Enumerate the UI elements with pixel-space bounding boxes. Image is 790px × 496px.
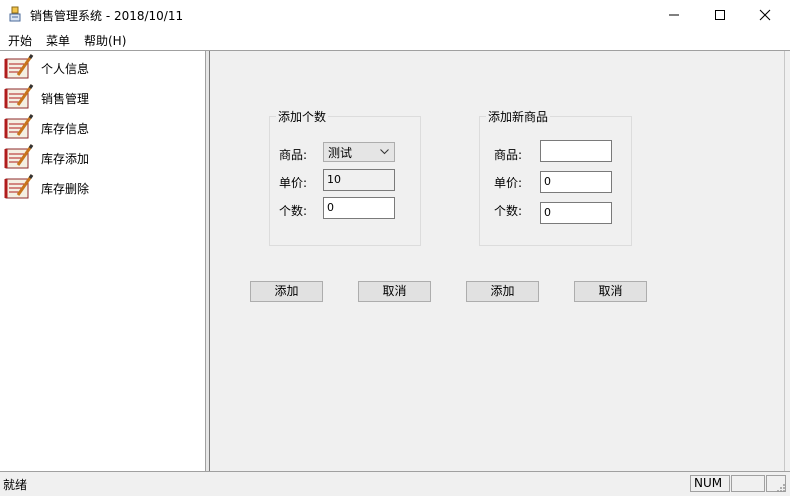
- navigation-tree: 个人信息 销售管理 库存信息 库存添加 库存删除: [0, 51, 206, 471]
- new-price-input[interactable]: 0: [540, 171, 612, 193]
- tree-item-inventory-info[interactable]: 库存信息: [4, 113, 194, 141]
- add-count-button[interactable]: 添加: [250, 281, 323, 302]
- form-view: 添加个数 商品: 测试 单价: 10 个数: 0 添加新商品 商品: 单价: 0…: [210, 51, 784, 471]
- menu-bar: 开始 菜单 帮助(H): [0, 30, 790, 50]
- count-input[interactable]: 0: [323, 197, 395, 219]
- resize-grip-icon[interactable]: [776, 482, 786, 496]
- maximize-button[interactable]: [697, 0, 743, 30]
- title-bar: 销售管理系统 - 2018/10/11: [0, 0, 790, 30]
- num-lock-indicator: NUM: [690, 475, 730, 492]
- close-button[interactable]: [742, 0, 788, 30]
- notebook-pen-icon: [4, 173, 36, 201]
- tree-item-label: 库存信息: [41, 122, 90, 136]
- price-field-readonly: 10: [323, 169, 395, 191]
- menu-help[interactable]: 帮助(H): [84, 32, 126, 49]
- menu-menu[interactable]: 菜单: [46, 32, 70, 49]
- status-pane-empty: [731, 475, 765, 492]
- cancel-count-button[interactable]: 取消: [358, 281, 431, 302]
- add-product-button[interactable]: 添加: [466, 281, 539, 302]
- new-product-input[interactable]: [540, 140, 612, 162]
- tree-item-sales-management[interactable]: 销售管理: [4, 83, 194, 111]
- new-count-label: 个数:: [494, 204, 523, 218]
- notebook-pen-icon: [4, 113, 36, 141]
- add-count-group-title: 添加个数: [276, 108, 329, 125]
- new-product-label: 商品:: [494, 148, 523, 162]
- notebook-pen-icon: [4, 53, 36, 81]
- status-bar: 就绪 NUM: [0, 471, 790, 496]
- product-label: 商品:: [279, 148, 308, 162]
- tree-item-label: 库存删除: [41, 182, 90, 196]
- cancel-product-button[interactable]: 取消: [574, 281, 647, 302]
- tree-item-inventory-add[interactable]: 库存添加: [4, 143, 194, 171]
- status-text: 就绪: [3, 478, 28, 492]
- tree-item-label: 库存添加: [41, 152, 90, 166]
- product-select[interactable]: 测试: [323, 142, 395, 162]
- app-icon: [9, 6, 23, 22]
- menu-start[interactable]: 开始: [8, 32, 32, 49]
- view-right-edge: [784, 51, 790, 471]
- minimize-button[interactable]: [651, 0, 697, 30]
- tree-item-personal-info[interactable]: 个人信息: [4, 53, 194, 81]
- chevron-down-icon: [380, 149, 389, 155]
- window-title: 销售管理系统 - 2018/10/11: [30, 9, 184, 23]
- notebook-pen-icon: [4, 143, 36, 171]
- new-price-label: 单价:: [494, 176, 523, 190]
- count-label: 个数:: [279, 204, 308, 218]
- add-new-product-group-title: 添加新商品: [486, 108, 551, 125]
- tree-item-label: 销售管理: [41, 92, 90, 106]
- tree-item-inventory-delete[interactable]: 库存删除: [4, 173, 194, 201]
- price-label: 单价:: [279, 176, 308, 190]
- notebook-pen-icon: [4, 83, 36, 111]
- new-count-input[interactable]: 0: [540, 202, 612, 224]
- tree-item-label: 个人信息: [41, 62, 90, 76]
- product-select-value: 测试: [328, 146, 353, 160]
